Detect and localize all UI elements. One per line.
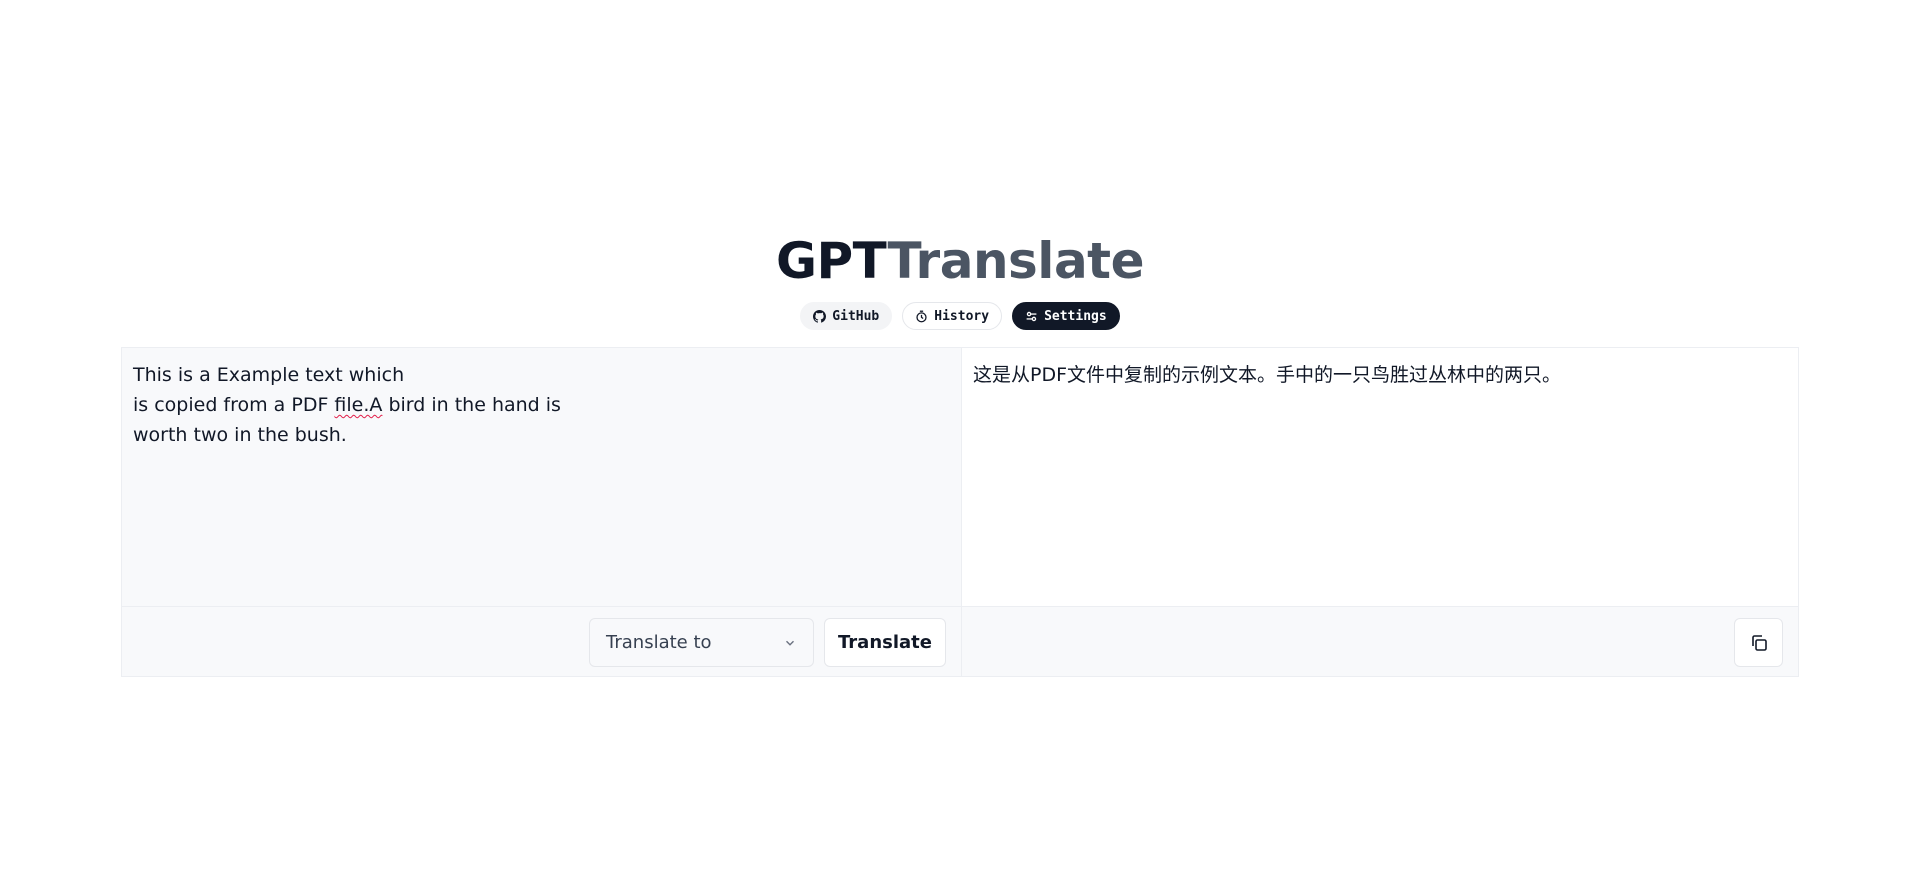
- source-line-1: This is a Example text which: [133, 364, 405, 386]
- target-column: 这是从PDF文件中复制的示例文本。手中的一只鸟胜过丛林中的两只。: [962, 348, 1798, 676]
- github-button[interactable]: GitHub: [800, 302, 893, 330]
- page-title: GPTTranslate: [0, 226, 1920, 296]
- target-footer: [962, 606, 1798, 676]
- source-line-2-after: bird in the hand is: [382, 394, 561, 416]
- github-label: GitHub: [832, 308, 880, 324]
- source-misspelled-word: file.A: [334, 394, 383, 416]
- translated-text-output: 这是从PDF文件中复制的示例文本。手中的一只鸟胜过丛林中的两只。: [973, 364, 1562, 386]
- translate-button[interactable]: Translate: [824, 618, 946, 667]
- history-label: History: [934, 308, 990, 324]
- source-line-2-before: is copied from a PDF: [133, 394, 335, 416]
- title-part-translate: Translate: [887, 232, 1144, 290]
- header: GPTTranslate GitHub History Settings: [0, 226, 1920, 330]
- source-column: This is a Example text which is copied f…: [122, 348, 962, 676]
- settings-label: Settings: [1044, 308, 1107, 324]
- translator-panel: This is a Example text which is copied f…: [121, 347, 1799, 677]
- title-part-gpt: GPT: [775, 232, 888, 290]
- app-page: GPTTranslate GitHub History Settings Thi…: [0, 0, 1920, 885]
- copy-button[interactable]: [1734, 618, 1783, 667]
- target-language-select[interactable]: Translate to: [589, 618, 814, 667]
- settings-button[interactable]: Settings: [1012, 302, 1120, 330]
- history-icon: [916, 310, 927, 322]
- chevron-down-icon: [786, 640, 794, 646]
- settings-icon: [1026, 311, 1037, 321]
- copy-icon: [1751, 634, 1767, 651]
- source-text-input[interactable]: This is a Example text which is copied f…: [122, 348, 961, 607]
- source-footer: Translate to Translate: [122, 606, 961, 676]
- github-icon: [813, 309, 827, 323]
- target-language-value: Translate to: [606, 632, 712, 653]
- history-button[interactable]: History: [902, 302, 1003, 330]
- nav-bar: GitHub History Settings: [0, 302, 1920, 330]
- source-line-3: worth two in the bush.: [133, 424, 347, 446]
